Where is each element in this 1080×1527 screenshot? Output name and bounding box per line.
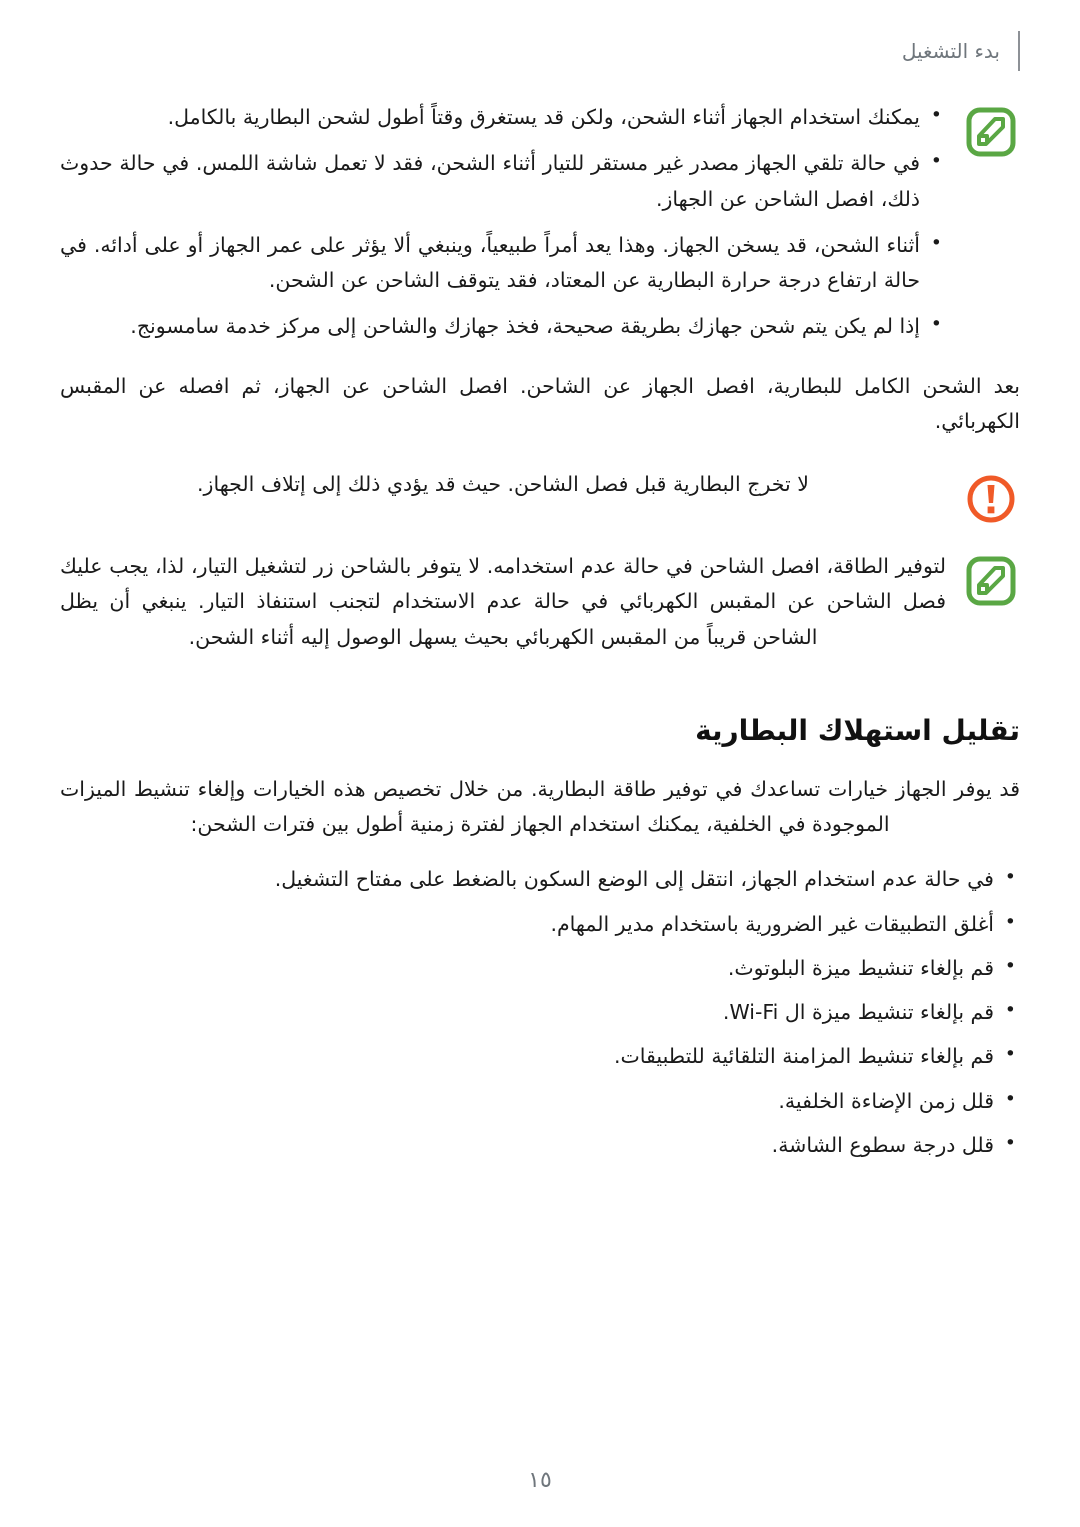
charging-paragraph: بعد الشحن الكامل للبطارية، افصل الجهاز ع… — [60, 373, 1020, 433]
list-item: قلل درجة سطوع الشاشة. — [60, 1127, 1020, 1163]
note-callout-2-body: لتوفير الطاقة، افصل الشاحن في حالة عدم ا… — [60, 549, 946, 665]
running-header-title: بدء التشغيل — [901, 39, 1000, 63]
list-item: في حالة تلقي الجهاز مصدر غير مستقر للتيا… — [60, 145, 946, 217]
page-content: يمكنك استخدام الجهاز أثناء الشحن، ولكن ق… — [60, 99, 1020, 1172]
list-item: يمكنك استخدام الجهاز أثناء الشحن، ولكن ق… — [60, 99, 946, 135]
warning-exclamation-icon — [962, 467, 1020, 525]
list-item: قم بإلغاء تنشيط ميزة البلوتوث. — [60, 950, 1020, 986]
running-header: بدء التشغيل — [60, 28, 1020, 74]
note-callout-1-body: يمكنك استخدام الجهاز أثناء الشحن، ولكن ق… — [60, 99, 946, 345]
note-pencil-icon — [962, 549, 1020, 607]
document-page: بدء التشغيل يمكنك استخدام الجهاز أثناء ا… — [0, 0, 1080, 1527]
charging-paragraph-block: بعد الشحن الكامل للبطارية، افصل الجهاز ع… — [60, 369, 1020, 440]
section-intro-paragraph: قد يوفر الجهاز خيارات تساعدك في توفير طا… — [60, 776, 1020, 837]
note-pencil-icon — [962, 100, 1020, 158]
list-item: أثناء الشحن، قد يسخن الجهاز. وهذا يعد أم… — [60, 227, 946, 299]
page-number: ١٥ — [528, 1468, 552, 1493]
warning-callout-body: لا تخرج البطارية قبل فصل الشاحن. حيث قد … — [60, 467, 946, 512]
list-item: قم بإلغاء تنشيط المزامنة التلقائية للتطب… — [60, 1038, 1020, 1074]
list-item: أغلق التطبيقات غير الضرورية باستخدام مدي… — [60, 906, 1020, 942]
note-callout-1: يمكنك استخدام الجهاز أثناء الشحن، ولكن ق… — [60, 99, 1020, 345]
section-heading-battery-saving: تقليل استهلاك البطارية — [695, 713, 1020, 747]
note-bullet-list-1: يمكنك استخدام الجهاز أثناء الشحن، ولكن ق… — [60, 99, 946, 345]
warning-callout: لا تخرج البطارية قبل فصل الشاحن. حيث قد … — [60, 467, 1020, 525]
note-text-2: لتوفير الطاقة، افصل الشاحن في حالة عدم ا… — [60, 554, 946, 649]
battery-saving-tip-list: في حالة عدم استخدام الجهاز، انتقل إلى ال… — [60, 861, 1020, 1163]
header-divider-rule — [1018, 31, 1020, 71]
warning-text: لا تخرج البطارية قبل فصل الشاحن. حيث قد … — [197, 472, 809, 496]
note-callout-2: لتوفير الطاقة، افصل الشاحن في حالة عدم ا… — [60, 549, 1020, 665]
list-item: إذا لم يكن يتم شحن جهازك بطريقة صحيحة، ف… — [60, 308, 946, 344]
list-item: في حالة عدم استخدام الجهاز، انتقل إلى ال… — [60, 861, 1020, 897]
list-item: قلل زمن الإضاءة الخلفية. — [60, 1083, 1020, 1119]
list-item: قم بإلغاء تنشيط ميزة ال Wi-Fi. — [60, 994, 1020, 1030]
